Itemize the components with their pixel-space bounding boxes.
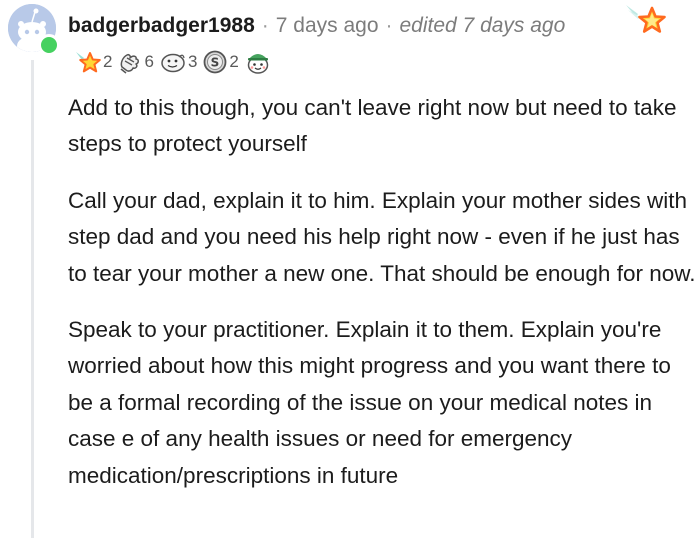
starstruck-award-icon (76, 52, 101, 73)
award-wholesome[interactable] (244, 48, 272, 76)
face-award-icon (161, 53, 185, 73)
star-award-icon[interactable] (624, 2, 670, 42)
award-bravo[interactable]: 6 (117, 49, 155, 75)
author-username[interactable]: badgerbadger1988 (68, 14, 255, 38)
wholesome-seal-award-icon (247, 54, 269, 74)
award-count: 6 (144, 52, 154, 71)
comment-paragraph: Call your dad, explain it to him. Explai… (68, 187, 696, 286)
award-face[interactable]: 3 (159, 49, 199, 75)
silver-coin-award-icon: S (204, 50, 227, 74)
comment-paragraph: Add to this though, you can't leave righ… (68, 95, 677, 157)
bravo-award-icon (121, 54, 140, 74)
online-status-indicator (38, 34, 60, 56)
comment-meta: badgerbadger1988 · 7 days ago · edited 7… (68, 10, 565, 42)
comment: badgerbadger1988 · 7 days ago · edited 7… (0, 0, 700, 538)
comment-timestamp[interactable]: 7 days ago (276, 14, 379, 38)
awards-row: 2 6 3 S 2 (74, 48, 275, 76)
meta-separator: · (261, 14, 269, 37)
award-count: 2 (229, 52, 239, 71)
comment-body: Add to this though, you can't leave righ… (68, 90, 698, 514)
award-count: 3 (187, 52, 198, 71)
award-count: 2 (103, 52, 113, 71)
award-starstruck[interactable]: 2 (74, 49, 114, 75)
edited-timestamp: edited 7 days ago (399, 14, 566, 37)
meta-separator: · (385, 14, 393, 37)
award-silver-coin[interactable]: S 2 (202, 49, 240, 75)
thread-collapse-line[interactable] (31, 60, 34, 538)
comment-paragraph: Speak to your practitioner. Explain it t… (68, 317, 671, 488)
svg-text:S: S (211, 56, 220, 70)
